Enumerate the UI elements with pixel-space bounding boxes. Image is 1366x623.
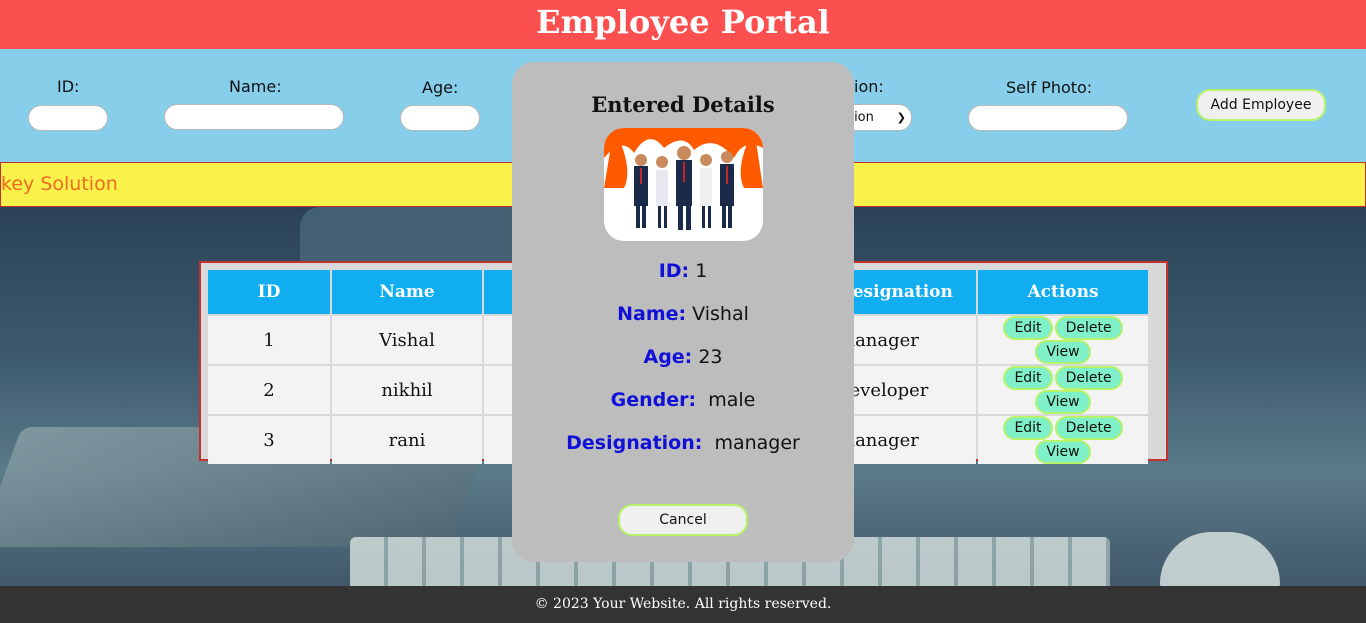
detail-id: ID: 1: [512, 260, 854, 282]
id-input[interactable]: [28, 105, 108, 131]
header-designation-text: Designation: [838, 282, 953, 302]
name-label: Name:: [229, 77, 282, 96]
cell-designation: developer: [838, 366, 976, 414]
cell-actions: Edit DeleteView: [978, 416, 1148, 464]
edit-button[interactable]: Edit: [1003, 316, 1053, 340]
age-input[interactable]: [400, 105, 480, 131]
detail-id-key: ID:: [658, 260, 690, 282]
detail-age-key: Age:: [643, 346, 693, 368]
cell-name: Vishal: [332, 316, 482, 364]
add-employee-button[interactable]: Add Employee: [1196, 89, 1326, 121]
cell-name: rani: [332, 416, 482, 464]
page-header: Employee Portal: [0, 0, 1366, 49]
modal-title: Entered Details: [591, 92, 775, 117]
delete-button[interactable]: Delete: [1054, 366, 1123, 390]
cell-id: 2: [208, 366, 330, 414]
header-id: ID: [208, 270, 330, 314]
detail-age-value: 23: [698, 346, 723, 368]
cell-name: nikhil: [332, 366, 482, 414]
name-input[interactable]: [164, 104, 344, 130]
detail-gender-value: male: [708, 389, 756, 411]
detail-id-value: 1: [695, 260, 708, 282]
marquee-text: nkey Solution: [0, 173, 118, 195]
employee-photo: [604, 128, 763, 241]
details-modal: Entered Details ID: 1 Name: Vishal Age: …: [512, 62, 854, 562]
view-button[interactable]: View: [1035, 440, 1091, 464]
chevron-down-icon: ❯: [896, 111, 906, 124]
delete-button[interactable]: Delete: [1054, 416, 1123, 440]
page-footer: © 2023 Your Website. All rights reserved…: [0, 586, 1366, 623]
detail-gender-key: Gender:: [610, 389, 697, 411]
header-actions: Actions: [978, 270, 1148, 314]
detail-gender: Gender: male: [512, 389, 854, 411]
detail-name-value: Vishal: [692, 303, 749, 325]
detail-designation-value: manager: [714, 432, 800, 454]
footer-text: © 2023 Your Website. All rights reserved…: [534, 596, 832, 612]
mouse-shape: [1160, 532, 1280, 586]
cell-id: 1: [208, 316, 330, 364]
team-illustration-icon: [604, 128, 763, 230]
page-title: Employee Portal: [536, 3, 830, 41]
detail-name: Name: Vishal: [512, 303, 854, 325]
cell-designation: manager: [838, 416, 976, 464]
header-designation: Designation: [838, 270, 976, 314]
age-label: Age:: [422, 78, 459, 97]
detail-age: Age: 23: [512, 346, 854, 368]
id-label: ID:: [57, 77, 80, 96]
edit-button[interactable]: Edit: [1003, 366, 1053, 390]
view-button[interactable]: View: [1035, 340, 1091, 364]
cell-actions: Edit DeleteView: [978, 316, 1148, 364]
photo-label: Self Photo:: [1006, 78, 1093, 97]
header-name: Name: [332, 270, 482, 314]
detail-designation: Designation: manager: [512, 432, 854, 454]
cell-actions: Edit DeleteView: [978, 366, 1148, 414]
view-button[interactable]: View: [1035, 390, 1091, 414]
delete-button[interactable]: Delete: [1054, 316, 1123, 340]
edit-button[interactable]: Edit: [1003, 416, 1053, 440]
cancel-button[interactable]: Cancel: [618, 504, 748, 536]
designation-label: ion:: [854, 77, 884, 96]
detail-designation-key: Designation:: [566, 432, 703, 454]
cell-designation: manager: [838, 316, 976, 364]
detail-name-key: Name:: [617, 303, 687, 325]
photo-input[interactable]: [968, 105, 1128, 131]
cell-id: 3: [208, 416, 330, 464]
